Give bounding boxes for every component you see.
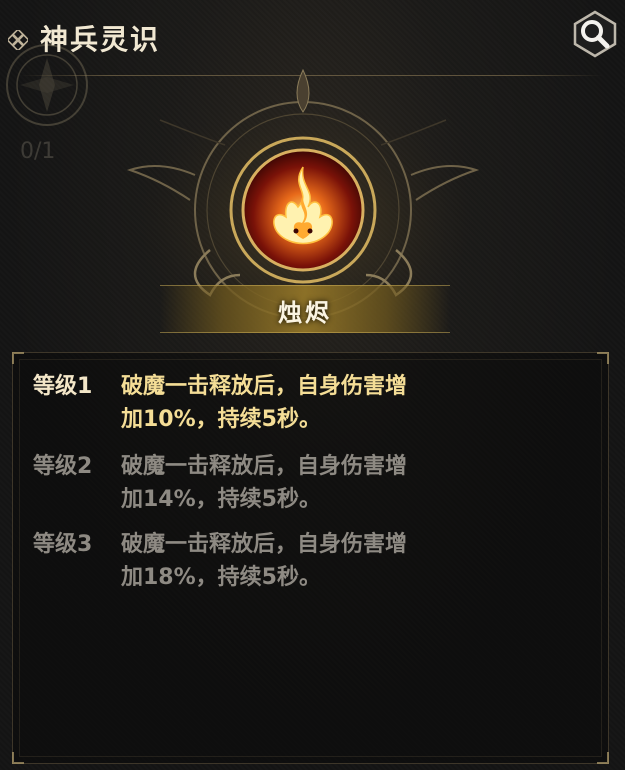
- level-label: 等级3: [33, 532, 93, 557]
- level-description: 破魔一击释放后，自身伤害增 加18%，持续5秒。: [121, 528, 521, 594]
- level-label: 等级2: [33, 454, 93, 479]
- level-description-line: 破魔一击释放后，自身伤害增: [121, 532, 408, 557]
- level-description: 破魔一击释放后，自身伤害增 加14%，持续5秒。: [121, 450, 521, 516]
- level-description-line: 加10%，持续5秒。: [121, 407, 321, 432]
- panel-corner: [597, 352, 609, 364]
- level-description-line: 破魔一击释放后，自身伤害增: [121, 454, 408, 479]
- search-button[interactable]: [571, 10, 619, 58]
- level-label: 等级1: [33, 374, 93, 399]
- panel-corner: [12, 352, 24, 364]
- level-description-line: 加18%，持续5秒。: [121, 565, 321, 590]
- panel-corner: [597, 752, 609, 764]
- skill-icon-button[interactable]: [240, 147, 366, 273]
- panel-corner: [12, 752, 24, 764]
- level-description: 破魔一击释放后，自身伤害增 加10%，持续5秒。: [121, 370, 521, 436]
- skill-name-banner: 烛烬: [160, 285, 450, 333]
- level-description-line: 破魔一击释放后，自身伤害增: [121, 374, 408, 399]
- knot-icon: [8, 30, 28, 50]
- magnifier-icon: [573, 10, 617, 58]
- level-description-line: 加14%，持续5秒。: [121, 487, 321, 512]
- faded-count: 0/1: [20, 139, 56, 164]
- skill-name: 烛烬: [278, 299, 332, 327]
